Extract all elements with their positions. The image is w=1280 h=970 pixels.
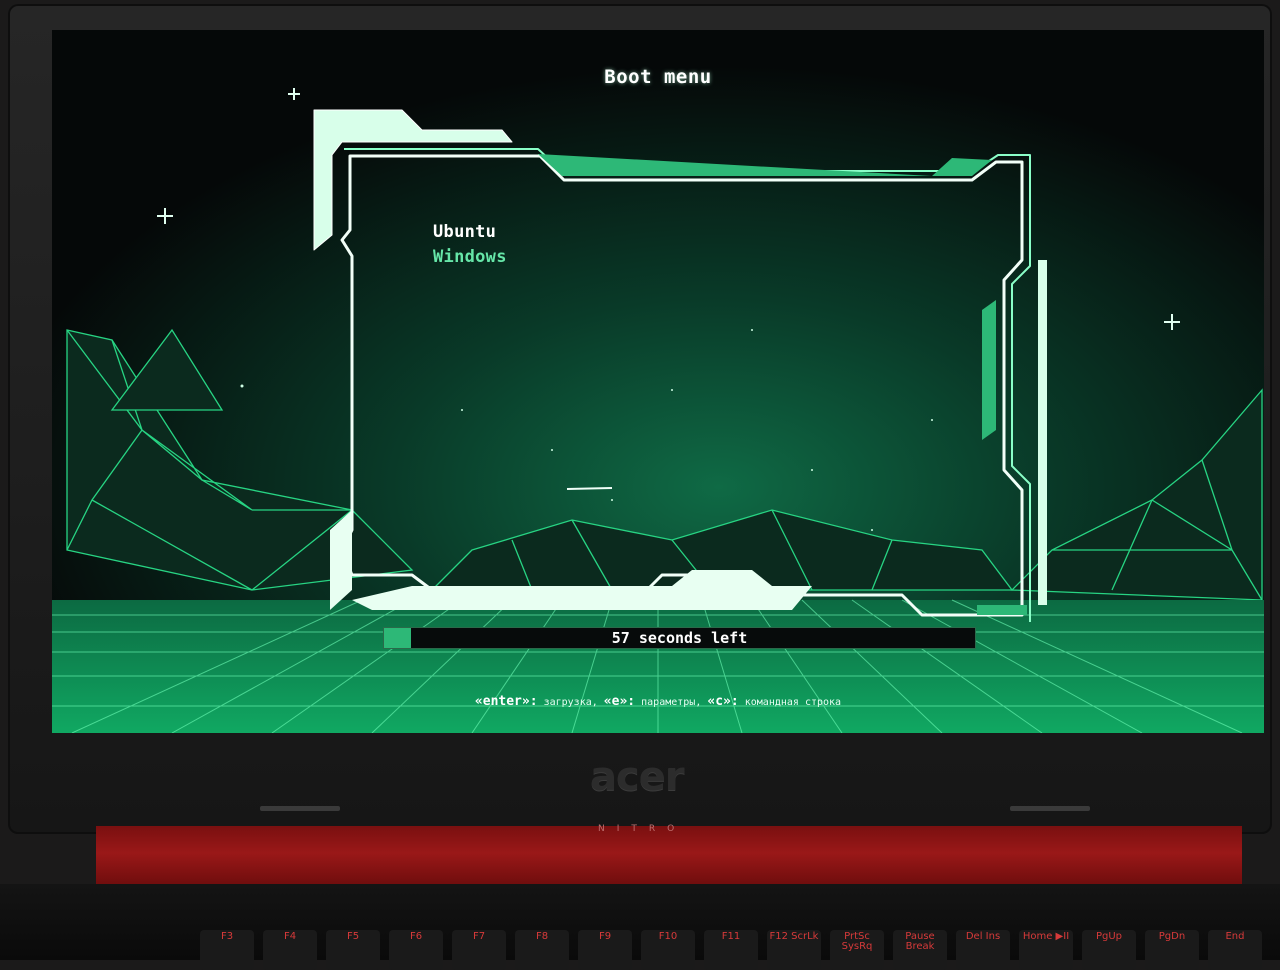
page-title: Boot menu [604,66,712,88]
key-f10[interactable]: F10 [641,930,695,970]
key-f7[interactable]: F7 [452,930,506,970]
hint-enter-key: «enter»: [474,694,538,709]
key-f3[interactable]: F3 [200,930,254,970]
key-f6[interactable]: F6 [389,930,443,970]
countdown-label: 57 seconds left [611,629,748,647]
key-pgdn[interactable]: PgDn [1145,930,1199,970]
boot-screen: Boot menu Ubuntu Windows 57 seconds left… [52,30,1264,733]
laptop-brand-logo: acer [590,754,685,800]
key-f12[interactable]: F12 ScrLk [767,930,821,970]
boot-menu-list: Ubuntu Windows [433,220,507,270]
countdown-bar: 57 seconds left [383,627,976,649]
boot-entry-windows[interactable]: Windows [433,245,507,270]
key-f11[interactable]: F11 [704,930,758,970]
key-pgup[interactable]: PgUp [1082,930,1136,970]
key-f5[interactable]: F5 [326,930,380,970]
key-pause[interactable]: Pause Break [893,930,947,970]
key-del[interactable]: Del Ins [956,930,1010,970]
laptop-base [96,826,1242,886]
hint-e-key: «e»: [603,694,636,709]
hint-enter-action: загрузка, [543,697,598,708]
hint-c-action: командная строка [744,697,842,708]
key-f8[interactable]: F8 [515,930,569,970]
key-f4[interactable]: F4 [263,930,317,970]
hinge-vent-right [1010,806,1090,811]
hint-e-action: параметры, [641,697,702,708]
key-f9[interactable]: F9 [578,930,632,970]
boot-entry-ubuntu[interactable]: Ubuntu [433,220,507,245]
key-end[interactable]: End [1208,930,1262,970]
key-prtsc[interactable]: PrtSc SysRq [830,930,884,970]
hinge-vent-left [260,806,340,811]
hint-c-key: «c»: [707,694,739,709]
laptop-base-label: NITRO [598,824,687,834]
key-home[interactable]: Home ▶II [1019,930,1073,970]
keyboard-hint: «enter»: загрузка, «e»: параметры, «c»: … [52,694,1264,709]
shooting-star [566,487,613,490]
